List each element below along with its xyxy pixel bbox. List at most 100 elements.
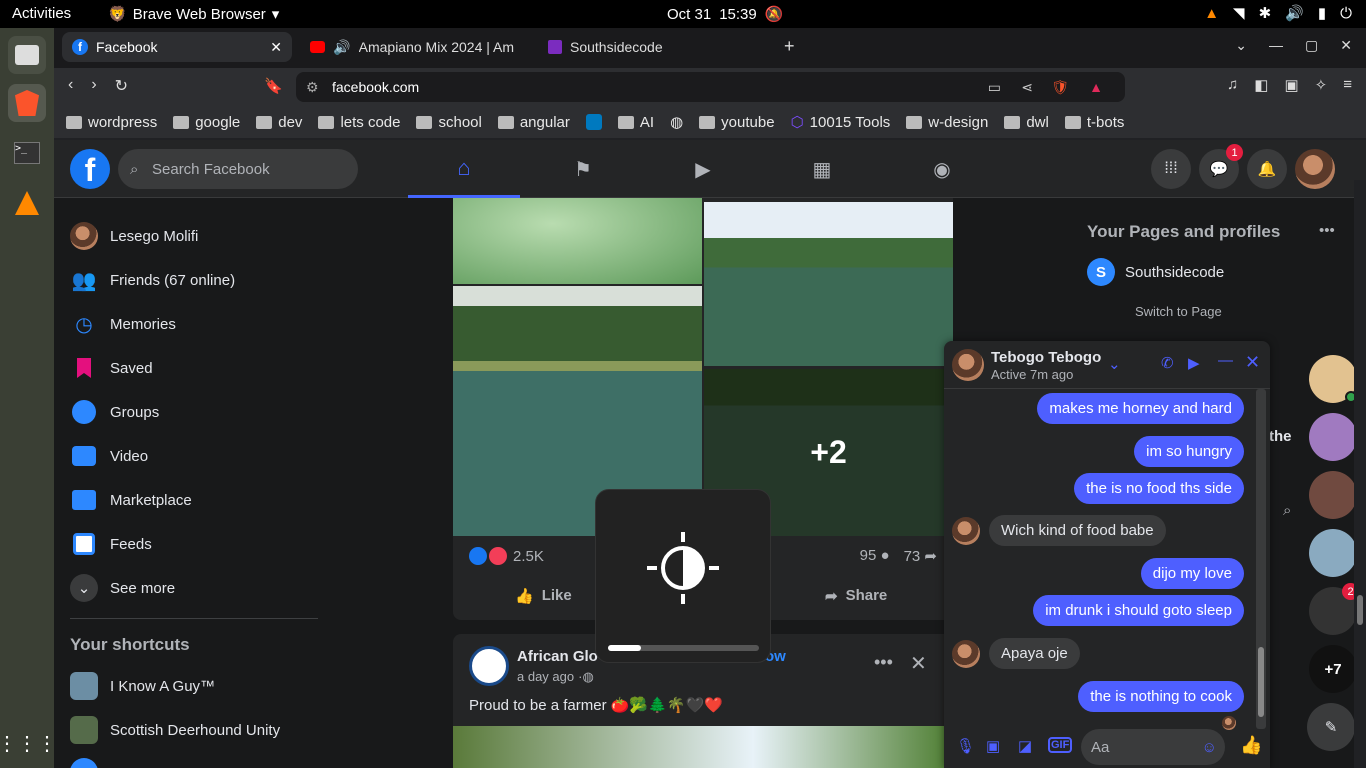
menu-button[interactable]: ⁞⁞⁞ xyxy=(1151,149,1191,189)
bookmark-youtube[interactable]: youtube xyxy=(699,114,775,131)
menu-icon[interactable]: ≡ xyxy=(1343,76,1352,94)
account-avatar[interactable] xyxy=(1295,149,1335,189)
reload-icon[interactable]: ↻ xyxy=(115,76,128,96)
chevron-down-icon[interactable]: ⌄ xyxy=(1108,355,1121,373)
reactions-summary[interactable]: 2.5K xyxy=(469,547,544,565)
shortcut-item[interactable]: Scottish Deerhound Unity xyxy=(70,716,280,744)
video-call-icon[interactable]: ▶ xyxy=(1188,354,1200,372)
show-apps-icon[interactable]: ⋮⋮⋮ xyxy=(0,724,57,762)
photo-field-1[interactable] xyxy=(704,202,953,366)
sidebar-icon[interactable]: ◧ xyxy=(1254,76,1268,94)
cast-icon[interactable]: ▭ xyxy=(988,79,1001,96)
bookmark-google[interactable]: google xyxy=(173,114,240,131)
terminal-icon[interactable]: >_ xyxy=(8,134,46,172)
image-icon[interactable]: ▣ xyxy=(986,737,1000,755)
new-tab-icon[interactable]: + xyxy=(784,36,795,57)
address-bar[interactable]: ⚙ facebook.com ▭ ⋖ 🛡 ▲ xyxy=(296,72,1125,102)
bookmark-dev[interactable]: dev xyxy=(256,114,302,131)
activities-button[interactable]: Activities xyxy=(12,5,71,22)
minimize-chat-icon[interactable]: — xyxy=(1218,352,1233,369)
gif-icon[interactable]: GIF xyxy=(1048,737,1073,753)
sidebar-item-video[interactable]: Video xyxy=(70,442,148,470)
sidebar-item-see-more[interactable]: ⌄ See more xyxy=(70,574,175,602)
brave-rewards-icon[interactable]: ▲ xyxy=(1089,79,1103,95)
comment-share-counts[interactable]: 95 ● 73 ➦ xyxy=(860,547,937,565)
tab-southsidecode[interactable]: Southsidecode xyxy=(538,32,758,62)
contact-avatar[interactable] xyxy=(1309,413,1357,461)
notifications-button[interactable]: 🔔 xyxy=(1247,149,1287,189)
contact-avatar[interactable] xyxy=(1309,355,1357,403)
sidebar-item-groups[interactable]: Groups xyxy=(70,398,159,426)
files-icon[interactable] xyxy=(8,36,46,74)
page-item[interactable]: S Southsidecode xyxy=(1087,258,1224,286)
tab-facebook[interactable]: f Facebook ✕ xyxy=(62,32,292,62)
brave-dock-icon[interactable] xyxy=(8,84,46,122)
search-input[interactable]: ⌕ Search Facebook xyxy=(118,149,358,189)
more-contacts[interactable]: +7 xyxy=(1309,645,1357,693)
page-avatar[interactable] xyxy=(469,646,509,686)
nav-pages[interactable]: ⚑ xyxy=(527,140,639,198)
microphone-icon[interactable]: 🎙 xyxy=(956,737,975,755)
nav-marketplace[interactable]: ▦ xyxy=(766,140,878,198)
sticker-icon[interactable]: ◪ xyxy=(1018,737,1032,755)
share-button[interactable]: ➦ Share xyxy=(825,587,887,605)
bookmark-10015-tools[interactable]: ⬡ 10015 Tools xyxy=(791,113,891,132)
shortcut-item[interactable]: I Know A Guy™ xyxy=(70,672,215,700)
post-author[interactable]: African Glo xyxy=(517,648,598,665)
photo-cabbage-closeup[interactable] xyxy=(453,198,702,284)
close-icon[interactable]: ✕ xyxy=(270,39,282,56)
forward-icon[interactable]: › xyxy=(91,76,96,96)
share-icon[interactable]: ⋖ xyxy=(1021,79,1033,96)
sidebar-item-profile[interactable]: Lesego Molifi xyxy=(70,222,198,250)
new-message-button[interactable]: ✎ xyxy=(1307,703,1355,751)
window-close-icon[interactable]: ✕ xyxy=(1340,37,1352,54)
bookmark-lets-code[interactable]: lets code xyxy=(318,114,400,131)
bookmark-globe[interactable]: ◍ xyxy=(670,113,683,131)
switch-to-page[interactable]: Switch to Page xyxy=(1135,304,1222,319)
leo-icon[interactable]: ✧ xyxy=(1315,76,1328,94)
bookmark-icon[interactable]: 🔖 xyxy=(264,77,283,95)
bookmark-w-design[interactable]: w-design xyxy=(906,114,988,131)
chat-avatar[interactable] xyxy=(952,349,984,381)
app-menu[interactable]: 🦁 Brave Web Browser ▾ xyxy=(108,5,279,24)
nav-home[interactable]: ⌂ xyxy=(408,140,520,198)
media-icon[interactable]: ♫ xyxy=(1227,76,1238,94)
sidebar-item-friends[interactable]: 👥 Friends (67 online) xyxy=(70,266,236,294)
site-info-icon[interactable]: ⚙ xyxy=(306,79,319,96)
sidebar-item-memories[interactable]: ◷ Memories xyxy=(70,310,176,338)
wallet-icon[interactable]: ▣ xyxy=(1284,76,1298,94)
nav-video[interactable]: ▶ xyxy=(647,140,759,198)
messenger-button[interactable]: 💬 1 xyxy=(1199,144,1243,189)
message-list[interactable]: makes me horney and hard im so hungry th… xyxy=(944,389,1270,730)
clock[interactable]: Oct 31 15:39 🔕 xyxy=(667,5,783,24)
contact-avatar[interactable]: 2 xyxy=(1309,583,1359,635)
bookmark-t-bots[interactable]: t-bots xyxy=(1064,114,1124,131)
system-tray[interactable]: ▲ ◥ ✱ 🔊 ▮ ⏻ xyxy=(1204,4,1352,23)
nav-groups[interactable]: ◉ xyxy=(886,140,998,198)
contact-avatar[interactable] xyxy=(1309,471,1357,519)
post-photos[interactable]: +2 xyxy=(453,198,953,536)
bookmark-ai[interactable]: AI xyxy=(617,114,654,131)
sidebar-item-saved[interactable]: Saved xyxy=(70,354,153,382)
page-scrollbar[interactable] xyxy=(1354,180,1366,768)
facebook-logo[interactable]: f xyxy=(70,149,110,189)
chat-contact-name[interactable]: Tebogo Tebogo xyxy=(991,349,1101,366)
back-icon[interactable]: ‹ xyxy=(68,76,73,96)
chat-scrollbar[interactable] xyxy=(1256,389,1266,729)
pages-options-icon[interactable]: ••• xyxy=(1319,222,1335,239)
tab-youtube[interactable]: 🔊 Amapiano Mix 2024 | Am xyxy=(300,32,530,62)
post-image[interactable] xyxy=(453,726,953,768)
close-chat-icon[interactable]: ✕ xyxy=(1245,352,1260,373)
contact-avatar[interactable] xyxy=(1309,529,1357,577)
maximize-icon[interactable]: ▢ xyxy=(1305,37,1318,54)
post-close-icon[interactable]: ✕ xyxy=(910,651,927,676)
emoji-icon[interactable]: ☺ xyxy=(1202,739,1217,756)
brave-shields-icon[interactable]: 🛡 xyxy=(1051,79,1069,96)
message-input[interactable]: Aa ☺ xyxy=(1081,729,1225,765)
post-options-icon[interactable]: ••• xyxy=(874,652,893,673)
sidebar-item-feeds[interactable]: Feeds xyxy=(70,530,152,558)
sidebar-item-marketplace[interactable]: Marketplace xyxy=(70,486,192,514)
minimize-icon[interactable]: — xyxy=(1269,37,1283,54)
thumbs-up-send-icon[interactable]: 👍 xyxy=(1240,735,1262,756)
bookmark-trello[interactable] xyxy=(585,114,602,130)
